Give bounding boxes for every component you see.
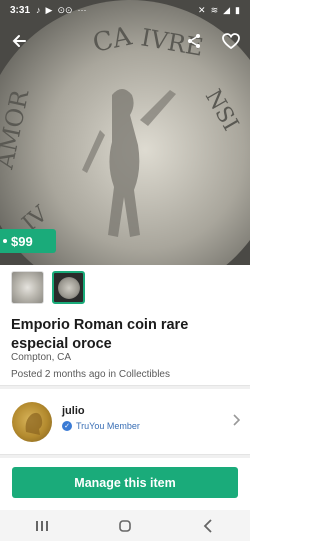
wifi-icon: ≋	[210, 4, 219, 15]
price-label: $99	[11, 233, 33, 249]
more-dots-icon: ···	[77, 5, 87, 15]
divider	[0, 385, 250, 389]
manage-item-button[interactable]: Manage this item	[12, 467, 238, 498]
recent-apps-icon	[35, 520, 48, 531]
thumbnail-1[interactable]	[11, 271, 44, 304]
listing-posted: Posted 2 months ago in Collectibles	[11, 369, 170, 380]
home-button[interactable]	[110, 515, 140, 537]
battery-icon: ▮	[235, 4, 240, 15]
category-link[interactable]: Collectibles	[119, 369, 170, 380]
seller-name: julio	[62, 405, 85, 417]
signal-icon: ◢	[223, 4, 231, 15]
listing-location: Compton, CA	[11, 352, 72, 363]
favorite-button[interactable]	[218, 28, 244, 54]
verified-icon: ✓	[62, 421, 72, 431]
item-photo[interactable]: CA IVRE NSI AMOR IV 3:31 ♪ ▶ ⊙⊙ ··· ✕ ≋ …	[0, 0, 250, 265]
status-bar: 3:31 ♪ ▶ ⊙⊙ ··· ✕ ≋ ◢ ▮	[0, 0, 250, 20]
heart-icon	[222, 33, 240, 49]
chevron-left-icon	[204, 518, 212, 533]
arrow-left-icon	[12, 35, 26, 47]
divider	[0, 454, 250, 458]
share-icon	[188, 34, 200, 48]
seller-row[interactable]: julio ✓ TruYou Member	[0, 393, 250, 451]
listing-title: Emporio Roman coin rare especial oroce	[11, 317, 189, 352]
truyou-badge: ✓ TruYou Member	[62, 421, 140, 431]
share-button[interactable]	[181, 28, 207, 54]
system-back-button[interactable]	[193, 515, 223, 537]
avatar	[12, 402, 52, 442]
price-tag: $99	[0, 229, 56, 253]
status-time: 3:31	[10, 4, 31, 16]
tiktok-icon: ♪	[36, 5, 41, 15]
recent-apps-button[interactable]	[27, 515, 57, 537]
youtube-icon: ▶	[45, 4, 53, 15]
back-button[interactable]	[6, 28, 32, 54]
thumbnail-2[interactable]	[52, 271, 85, 304]
thumbnail-strip	[11, 271, 85, 304]
badge-label: TruYou Member	[76, 421, 140, 431]
avatar-image	[25, 412, 43, 435]
system-nav-bar	[0, 510, 250, 541]
mute-icon: ✕	[198, 4, 206, 15]
voicemail-icon: ⊙⊙	[57, 4, 73, 15]
posted-text: Posted 2 months ago in	[11, 369, 119, 380]
home-icon	[119, 519, 131, 532]
chevron-right-icon	[232, 413, 241, 431]
coin-thumbnail-image	[57, 276, 80, 299]
